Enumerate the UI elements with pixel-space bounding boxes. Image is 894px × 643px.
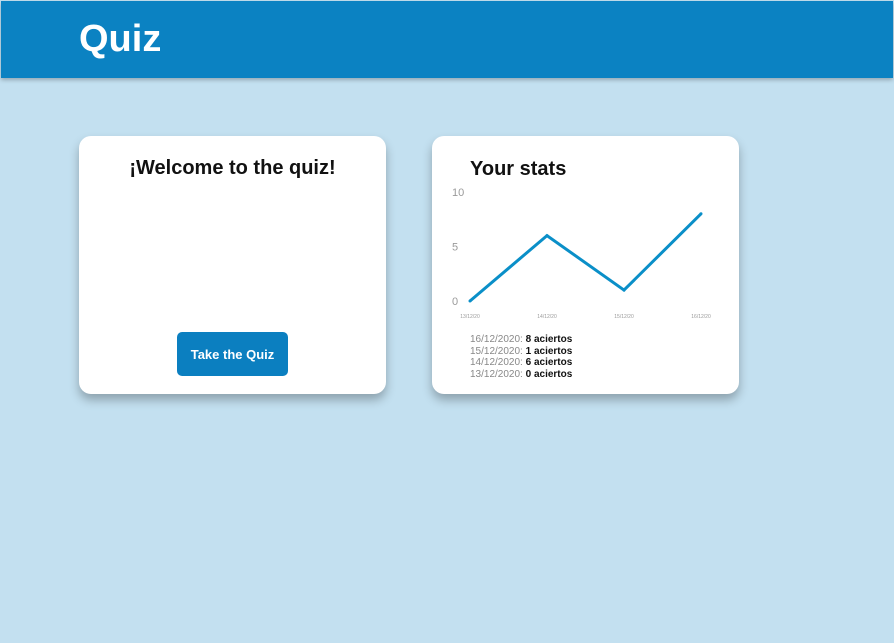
stat-score: 0 aciertos: [525, 369, 573, 381]
app-header: Quiz: [1, 1, 893, 78]
stat-score: 6 aciertos: [525, 357, 573, 369]
stat-date: 14/12/2020:: [470, 357, 523, 369]
x-tick-label: 14/12/20: [537, 314, 557, 320]
y-tick-label: 0: [452, 296, 458, 308]
data-point: [545, 234, 549, 238]
welcome-card: ¡Welcome to the quiz! Take the Quiz: [79, 136, 386, 394]
data-point: [468, 299, 472, 303]
stats-history-item: 15/12/2020: 1 aciertos: [470, 346, 572, 358]
stat-date: 16/12/2020:: [470, 334, 523, 345]
stats-history-item: 13/12/2020: 0 aciertos: [470, 369, 572, 381]
y-tick-label: 5: [452, 242, 458, 254]
x-tick-label: 16/12/20: [691, 314, 711, 320]
x-tick-label: 13/12/20: [460, 314, 480, 320]
y-tick-label: 10: [452, 187, 464, 199]
data-point: [622, 288, 626, 292]
stats-history-list: 16/12/2020: 8 aciertos 15/12/2020: 1 acie…: [470, 334, 572, 381]
stats-history-item: 16/12/2020: 8 aciertos: [470, 334, 572, 346]
stats-history-item: 14/12/2020: 6 aciertos: [470, 357, 572, 369]
stats-card: Your stats 0 5 10 13/12/20 14/12/20 15/12/20 1…: [432, 136, 739, 394]
series-line: [469, 212, 703, 303]
stat-score: 8 aciertos: [525, 334, 573, 345]
stats-chart: 0 5 10 13/12/20 14/12/20 15/12/20 16/12/20: [452, 187, 711, 320]
stat-date: 13/12/2020:: [470, 369, 523, 381]
stat-date: 15/12/2020:: [470, 345, 523, 357]
welcome-title: ¡Welcome to the quiz!: [129, 157, 336, 179]
take-quiz-button[interactable]: Take the Quiz: [177, 332, 288, 376]
app-title: Quiz: [79, 18, 162, 60]
x-tick-label: 15/12/20: [614, 314, 634, 320]
data-point: [699, 212, 703, 216]
stat-score: 1 aciertos: [525, 345, 573, 357]
